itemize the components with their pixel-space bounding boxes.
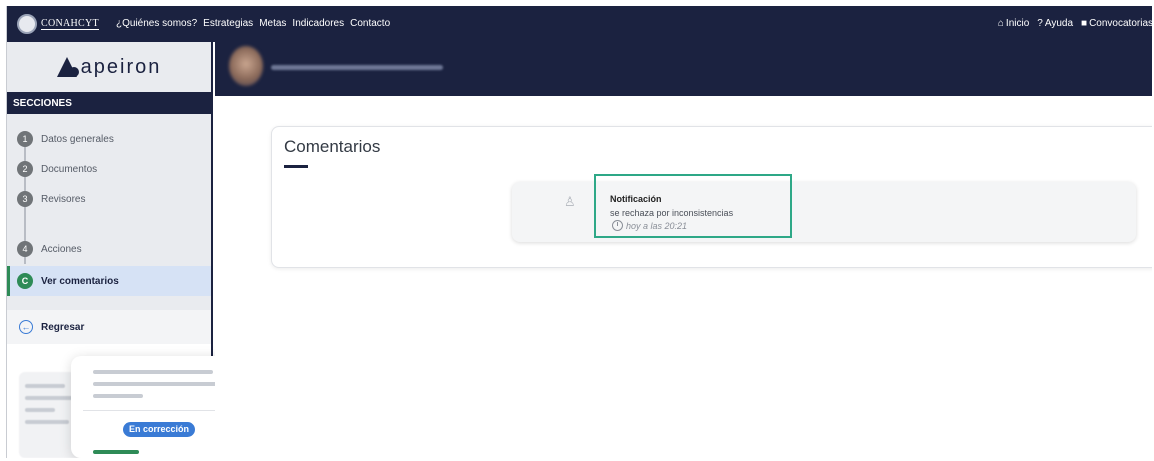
nav-right: ⌂ Inicio ? Ayuda ■ Convocatorias: [998, 18, 1152, 29]
step-datos-generales[interactable]: 1 Datos generales: [7, 124, 211, 154]
nav-link-indicators[interactable]: Indicadores: [292, 18, 344, 29]
avatar: [229, 46, 263, 86]
profile-bar: [215, 42, 1152, 96]
blurred-text: [93, 370, 213, 374]
question-icon: ?: [1037, 18, 1043, 29]
step-documentos[interactable]: 2 Documentos: [7, 154, 211, 184]
clock-icon: [612, 220, 623, 231]
step-revisores[interactable]: 3 Revisores: [7, 184, 211, 214]
nav-calls[interactable]: ■ Convocatorias: [1081, 18, 1152, 29]
step-label: Ver comentarios: [41, 275, 119, 287]
logo-text: apeiron: [80, 55, 162, 78]
apeiron-mark-icon: [56, 57, 79, 77]
nav-links: ¿Quiénes somos? Estrategias Metas Indica…: [116, 18, 390, 29]
action-button[interactable]: [93, 450, 139, 454]
sections-header: SECCIONES: [7, 92, 211, 114]
nav-link-goals[interactable]: Metas: [259, 18, 286, 29]
user-icon: ♙: [564, 194, 576, 209]
step-ver-comentarios[interactable]: C Ver comentarios: [7, 266, 211, 296]
step-label: Revisores: [41, 193, 86, 205]
document-icon: ■: [1081, 18, 1088, 29]
nav-link-contact[interactable]: Contacto: [350, 18, 390, 29]
nav-link-about[interactable]: ¿Quiénes somos?: [116, 18, 197, 29]
page-title: Comentarios: [284, 137, 381, 156]
top-navbar: CONAHCYT ¿Quiénes somos? Estrategias Met…: [7, 6, 1152, 42]
back-label: Regresar: [41, 321, 85, 333]
comments-card: Comentarios ♙ Notificación se rechaza po…: [271, 126, 1152, 268]
apeiron-logo: apeiron: [7, 42, 211, 92]
comment-title: Notificación: [610, 194, 662, 204]
steps-list: 1 Datos generales 2 Documentos 3 Revisor…: [7, 114, 211, 325]
nav-home[interactable]: ⌂ Inicio: [998, 18, 1029, 29]
comment-time: hoy a las 20:21: [626, 221, 688, 231]
blurred-text: [93, 394, 143, 398]
step-label: Documentos: [41, 163, 98, 175]
nav-link-strategies[interactable]: Estrategias: [203, 18, 253, 29]
step-number: 3: [17, 191, 33, 207]
back-button[interactable]: ← Regresar: [7, 310, 211, 344]
highlight-box: [594, 174, 792, 238]
arrow-left-icon: ←: [19, 320, 33, 334]
nav-help[interactable]: ? Ayuda: [1037, 18, 1073, 29]
step-acciones[interactable]: 4 Acciones: [7, 234, 211, 264]
profile-name: [271, 65, 443, 70]
step-number: 4: [17, 241, 33, 257]
conahcyt-logo[interactable]: CONAHCYT: [17, 12, 99, 36]
comment-text: se rechaza por inconsistencias: [610, 208, 734, 218]
app-window: CONAHCYT ¿Quiénes somos? Estrategias Met…: [6, 6, 1152, 458]
step-label: Acciones: [41, 243, 82, 255]
main-content: Comentarios ♙ Notificación se rechaza po…: [215, 96, 1152, 458]
home-icon: ⌂: [997, 18, 1004, 29]
step-number: 2: [17, 161, 33, 177]
comment-item: ♙ Notificación se rechaza por inconsiste…: [512, 174, 1136, 242]
step-number: 1: [17, 131, 33, 147]
status-badge: En corrección: [123, 422, 196, 437]
seal-icon: [17, 14, 37, 34]
step-number: C: [17, 273, 33, 289]
step-label: Datos generales: [41, 133, 114, 145]
brand-name: CONAHCYT: [41, 18, 99, 30]
title-underline: [284, 165, 308, 168]
